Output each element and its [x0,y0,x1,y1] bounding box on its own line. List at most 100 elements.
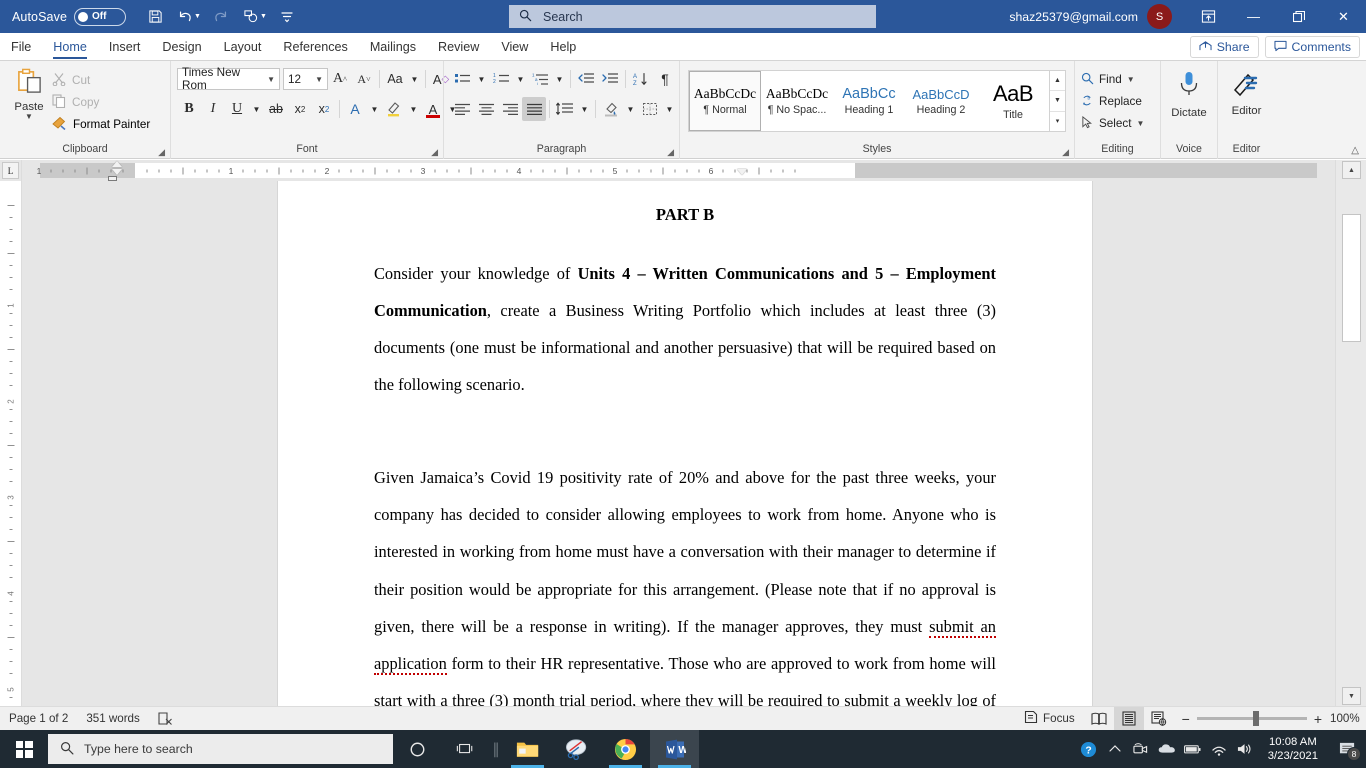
tab-file[interactable]: File [0,34,42,60]
battery-icon[interactable] [1180,730,1206,768]
taskbar-app-snipping-tool[interactable] [552,730,601,768]
grow-font-icon[interactable]: A ^ [328,67,352,91]
style-title[interactable]: AaB Title [977,71,1049,131]
editor-button[interactable]: Editor [1224,65,1269,117]
paste-button[interactable]: Paste ▼ [6,65,52,121]
align-left-icon[interactable] [450,97,474,121]
style-heading-1[interactable]: AaBbCс Heading 1 [833,71,905,131]
page-indicator[interactable]: Page 1 of 2 [0,707,77,731]
scroll-up-icon[interactable]: ▲ [1342,161,1361,179]
horizontal-ruler[interactable]: 1 1 2 3 4 5 6 [22,160,1335,181]
hanging-indent-marker[interactable] [112,169,122,175]
font-name-combobox[interactable]: Times New Rom ▼ [177,66,280,92]
tab-design[interactable]: Design [151,34,212,60]
taskbar-clock[interactable]: 10:08 AM 3/23/2021 [1258,735,1328,763]
focus-button[interactable]: Focus [1015,707,1084,731]
subscript-icon[interactable]: x2 [288,97,312,121]
line-spacing-icon[interactable] [553,97,577,121]
notifications-button[interactable]: 8 [1328,730,1366,768]
bullets-caret-icon[interactable]: ▼ [474,67,489,91]
paragraph-dialog-launcher-icon[interactable]: ◢ [667,147,674,158]
undo-icon[interactable] [170,3,200,31]
shading-caret-icon[interactable]: ▼ [623,97,638,121]
restore-button[interactable] [1276,0,1321,33]
read-mode-icon[interactable] [1084,707,1114,731]
share-button[interactable]: Share [1189,36,1259,58]
right-indent-marker[interactable] [737,169,747,175]
tab-mailings[interactable]: Mailings [359,34,427,60]
cortana-icon[interactable] [393,730,441,768]
align-center-icon[interactable] [474,97,498,121]
close-button[interactable]: ✕ [1321,0,1366,33]
italic-icon[interactable]: I [201,97,225,121]
zoom-out-button[interactable]: − [1182,711,1190,727]
font-name-caret-icon[interactable]: ▼ [267,75,279,84]
show-hidden-icons-icon[interactable] [1102,730,1128,768]
select-caret-icon[interactable]: ▼ [1136,119,1144,128]
text-highlight-caret-icon[interactable]: ▼ [406,97,421,121]
underline-icon[interactable]: U [225,97,249,121]
ribbon-display-options-icon[interactable] [1186,0,1231,33]
bullets-icon[interactable] [450,67,474,91]
comments-button[interactable]: Comments [1264,36,1360,58]
web-layout-icon[interactable] [1144,707,1174,731]
autosave-toggle[interactable]: Off [74,7,127,26]
borders-icon[interactable] [638,97,662,121]
proofing-errors-icon[interactable] [149,707,182,731]
tab-help[interactable]: Help [539,34,587,60]
sort-icon[interactable]: AZ [629,67,653,91]
line-spacing-caret-icon[interactable]: ▼ [577,97,592,121]
onedrive-icon[interactable] [1154,730,1180,768]
change-case-caret-icon[interactable]: ▼ [407,67,422,91]
tab-stop-selector[interactable]: L [2,162,19,179]
scrollbar-thumb[interactable] [1342,214,1361,342]
taskbar-app-file-explorer[interactable] [503,730,552,768]
taskbar-app-microsoft-word[interactable]: W [650,730,699,768]
format-painter-button[interactable]: Format Painter [52,114,154,134]
replace-button[interactable]: bc Replace [1081,91,1148,112]
tab-home[interactable]: Home [42,34,98,60]
styles-gallery-scrollbar[interactable]: ▲ ▼ ▾ [1049,71,1065,131]
superscript-icon[interactable]: x2 [312,97,336,121]
increase-indent-icon[interactable] [598,67,622,91]
bold-icon[interactable]: B [177,97,201,121]
taskbar-app-google-chrome[interactable] [601,730,650,768]
shrink-font-icon[interactable]: A ˅ [352,67,376,91]
font-size-combobox[interactable]: 12 ▼ [283,68,328,90]
style-normal[interactable]: AaBbCcDc ¶ Normal [689,71,761,131]
paste-dropdown-caret-icon[interactable]: ▼ [25,113,33,121]
wifi-icon[interactable] [1206,730,1232,768]
help-question-icon[interactable]: ? [1076,730,1102,768]
text-highlight-icon[interactable] [382,97,406,121]
dictate-button[interactable]: Dictate [1167,65,1211,119]
change-case-icon[interactable]: Aa [383,67,407,91]
justify-icon[interactable] [522,97,546,121]
volume-icon[interactable] [1232,730,1258,768]
clipboard-dialog-launcher-icon[interactable]: ◢ [158,147,165,158]
zoom-slider-thumb[interactable] [1252,711,1259,726]
zoom-slider[interactable] [1196,711,1307,726]
tab-insert[interactable]: Insert [98,34,152,60]
zoom-in-button[interactable]: + [1314,711,1322,727]
select-button[interactable]: Select ▼ [1081,113,1148,134]
styles-scroll-up-icon[interactable]: ▲ [1050,71,1065,92]
vertical-scrollbar[interactable]: ▲ ▼ [1335,160,1366,706]
save-icon[interactable] [140,3,170,31]
collapse-ribbon-icon[interactable]: △ [1351,145,1359,156]
print-layout-icon[interactable] [1113,706,1144,731]
word-count[interactable]: 351 words [77,707,149,731]
minimize-button[interactable]: — [1231,0,1276,33]
tab-layout[interactable]: Layout [213,34,273,60]
styles-dialog-launcher-icon[interactable]: ◢ [1062,147,1069,158]
scroll-down-icon[interactable]: ▼ [1342,687,1361,705]
camera-icon[interactable] [1128,730,1154,768]
strikethrough-icon[interactable]: ab [264,97,288,121]
borders-caret-icon[interactable]: ▼ [662,97,677,121]
decrease-indent-icon[interactable] [574,67,598,91]
search-input[interactable]: Search [509,5,876,28]
tab-references[interactable]: References [272,34,358,60]
document-body[interactable]: PART B Consider your knowledge of Units … [278,181,1092,706]
zoom-control[interactable]: − + [1174,711,1330,727]
find-button[interactable]: Find ▼ [1081,69,1148,90]
zoom-level[interactable]: 100% [1330,712,1366,725]
